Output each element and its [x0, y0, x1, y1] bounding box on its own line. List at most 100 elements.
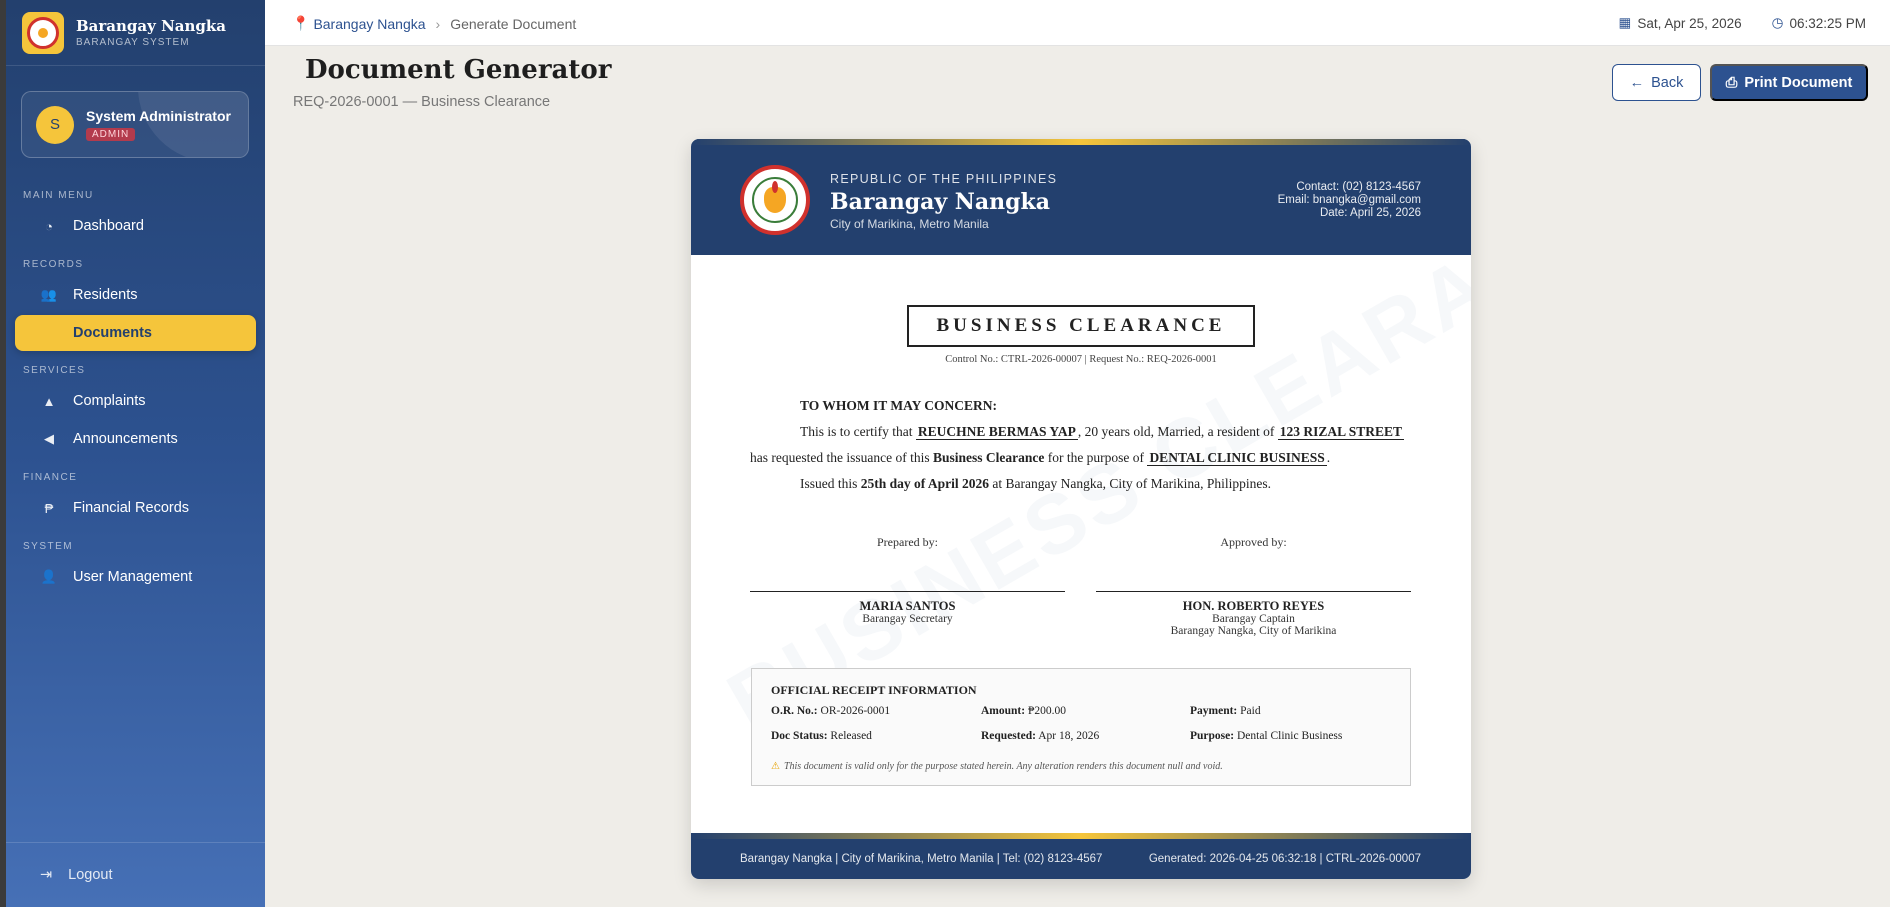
document-preview: REPUBLIC OF THE PHILIPPINES Barangay Nan… [691, 139, 1471, 879]
avatar: S [36, 105, 74, 144]
document-type: Business Clearance [932, 450, 1045, 465]
back-label: Back [1651, 74, 1684, 91]
clock-icon: ◷ [1771, 15, 1784, 30]
arrow-left-icon: ← [1629, 74, 1645, 91]
body-line-2: has requested the issuance of this Busin… [750, 450, 1331, 466]
sidebar-item-label: Announcements [73, 431, 178, 447]
users-icon: 👥 [40, 287, 58, 302]
prepared-by-role: Barangay Secretary [862, 613, 953, 625]
receipt-title: OFFICIAL RECEIPT INFORMATION [771, 683, 977, 697]
footer-address: Barangay Nangka | City of Marikina, Metr… [740, 853, 1103, 865]
printer-icon: ⎙ [1725, 74, 1738, 91]
sidebar-item-label: Complaints [73, 393, 146, 409]
print-document-button[interactable]: ⎙ Print Document [1710, 64, 1868, 101]
logout-label: Logout [68, 867, 113, 883]
validity-note: ⚠ This document is valid only for the pur… [771, 761, 1223, 772]
footer-generated: Generated: 2026-04-25 06:32:18 | CTRL-20… [1148, 853, 1421, 865]
user-gear-icon: 👤 [40, 569, 58, 584]
republic-label: REPUBLIC OF THE PHILIPPINES [830, 172, 1058, 186]
calendar-icon: ▦ [1618, 15, 1632, 30]
contact-phone: Contact: (02) 8123-4567 [1296, 181, 1421, 193]
sidebar-item-user-management[interactable]: 👤 User Management [15, 559, 256, 595]
approved-by-name: HON. ROBERTO REYES [1182, 599, 1325, 613]
page-subtitle: REQ-2026-0001 — Business Clearance [293, 94, 551, 110]
prepared-by-name: MARIA SANTOS [859, 599, 956, 613]
sidebar-item-residents[interactable]: 👥 Residents [15, 277, 256, 313]
signature-line [1096, 591, 1411, 592]
megaphone-icon: ◀ [44, 431, 54, 446]
back-button[interactable]: ← Back [1612, 64, 1701, 101]
page-title: Document Generator [305, 55, 612, 85]
sidebar-item-label: Dashboard [73, 218, 144, 234]
purpose: Purpose: Dental Clinic Business [1190, 730, 1343, 742]
payment-status: Payment: Paid [1190, 705, 1261, 717]
amount: Amount: ₱200.00 [981, 705, 1066, 717]
breadcrumb: 📍 Barangay Nangka › Generate Document [292, 15, 576, 32]
sidebar-item-label: Financial Records [73, 500, 190, 516]
user-card[interactable]: S System Administrator ADMIN [21, 91, 249, 158]
sidebar: Barangay Nangka BARANGAY SYSTEM S System… [6, 0, 265, 907]
chevron-right-icon: › [435, 15, 441, 32]
barangay-name: Barangay Nangka [830, 189, 1051, 215]
sidebar-item-complaints[interactable]: ▲ Complaints [15, 383, 256, 419]
resident-address: 123 RIZAL STREET [1277, 424, 1404, 440]
topbar: 📍 Barangay Nangka › Generate Document ▦ S… [265, 0, 1890, 46]
map-pin-icon: 📍 [292, 15, 310, 31]
barangay-seal-icon [740, 165, 810, 235]
body-line-3: Issued this 25th day of April 2026 at Ba… [800, 476, 1271, 491]
barangay-city: City of Marikina, Metro Manila [830, 217, 989, 231]
peso-icon: ₱ [44, 500, 54, 516]
or-number: O.R. No.: OR-2026-0001 [771, 705, 891, 717]
barangay-seal-icon [22, 11, 64, 54]
role-badge: ADMIN [86, 127, 136, 141]
body-line-1: This is to certify that REUCHNE BERMAS Y… [800, 424, 1404, 440]
section-system: SYSTEM [23, 541, 74, 552]
warning-icon: ▲ [42, 393, 56, 409]
user-name: System Administrator [86, 107, 231, 124]
approved-by-role: Barangay Captain Barangay Nangka, City o… [1170, 613, 1337, 637]
section-services: SERVICES [23, 365, 86, 376]
receipt-info: OFFICIAL RECEIPT INFORMATION O.R. No.: O… [751, 668, 1411, 786]
resident-name: REUCHNE BERMAS YAP [915, 424, 1078, 440]
dashboard-icon: ◔ [45, 218, 53, 234]
issued-date: 25th day of April 2026 [860, 476, 990, 491]
logout-button[interactable]: ⇥ Logout [6, 842, 265, 907]
signature-line [750, 591, 1065, 592]
current-time: 06:32:25 PM [1789, 15, 1866, 31]
sidebar-item-documents[interactable]: Documents [15, 315, 256, 351]
section-records: RECORDS [23, 259, 84, 270]
current-date: Sat, Apr 25, 2026 [1637, 15, 1742, 31]
requested-date: Requested: Apr 18, 2026 [981, 730, 1100, 742]
breadcrumb-home[interactable]: Barangay Nangka [313, 16, 425, 32]
warning-icon: ⚠ [771, 761, 780, 772]
app-subtitle: BARANGAY SYSTEM [76, 37, 190, 48]
document-footer: Barangay Nangka | City of Marikina, Metr… [691, 833, 1471, 879]
section-finance: FINANCE [23, 472, 78, 483]
document-header: REPUBLIC OF THE PHILIPPINES Barangay Nan… [691, 139, 1471, 255]
header-contact: Contact: (02) 8123-4567 Email: bnangka@g… [1278, 181, 1421, 220]
topbar-datetime: ▦ Sat, Apr 25, 2026 ◷ 06:32:25 PM [1589, 15, 1866, 31]
approved-by-label: Approved by: [1220, 535, 1287, 549]
app-title: Barangay Nangka [76, 17, 227, 35]
print-label: Print Document [1744, 74, 1853, 91]
document-date: Date: April 25, 2026 [1319, 207, 1421, 219]
contact-email: Email: bnangka@gmail.com [1277, 194, 1421, 206]
sidebar-item-announcements[interactable]: ◀ Announcements [15, 421, 256, 457]
document-body: BUSINESS CLEARANCE BUSINESS CLEARANCE Co… [691, 141, 1471, 833]
document-purpose: DENTAL CLINIC BUSINESS [1147, 450, 1327, 466]
sidebar-item-label: Residents [73, 287, 138, 303]
sidebar-item-label: Documents [73, 325, 152, 341]
document-title: BUSINESS CLEARANCE [907, 305, 1255, 347]
breadcrumb-current: Generate Document [450, 15, 577, 32]
logout-icon: ⇥ [40, 867, 53, 883]
control-number: Control No.: CTRL-2026-00007 | Request N… [945, 354, 1217, 365]
doc-status: Doc Status: Released [771, 730, 872, 742]
main-nav: MAIN MENU ◔ Dashboard RECORDS 👥 Resident… [6, 190, 265, 595]
prepared-by-label: Prepared by: [877, 535, 938, 549]
sidebar-item-label: User Management [73, 569, 193, 585]
salutation: TO WHOM IT MAY CONCERN: [800, 398, 998, 413]
brand[interactable]: Barangay Nangka BARANGAY SYSTEM [6, 0, 265, 66]
section-main-menu: MAIN MENU [23, 190, 94, 201]
sidebar-item-financial-records[interactable]: ₱ Financial Records [15, 490, 256, 526]
sidebar-item-dashboard[interactable]: ◔ Dashboard [15, 208, 256, 244]
